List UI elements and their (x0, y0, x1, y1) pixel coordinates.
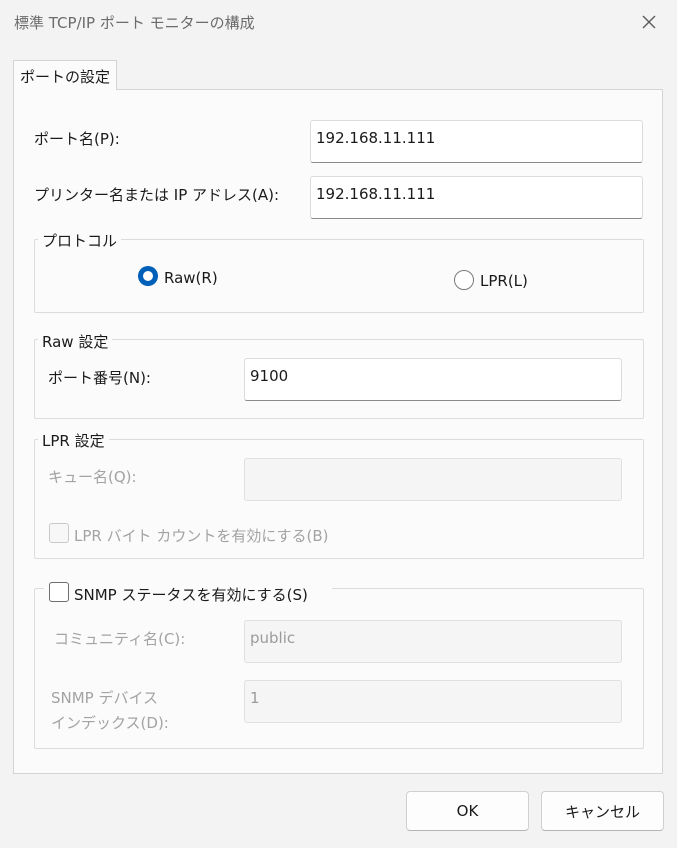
device-index-label-line1: SNMP デバイス (51, 689, 159, 707)
community-name-value: public (250, 628, 296, 647)
printer-address-label: プリンター名または IP アドレス(A): (34, 186, 280, 204)
queue-name-label: キュー名(Q): (48, 468, 137, 486)
protocol-legend: プロトコル (38, 230, 122, 251)
close-icon (642, 15, 656, 29)
lpr-settings-legend: LPR 設定 (38, 430, 109, 451)
raw-settings-legend: Raw 設定 (38, 331, 113, 352)
lpr-radio[interactable] (454, 270, 474, 290)
port-name-input[interactable]: 192.168.11.111 (310, 120, 643, 163)
lpr-radio-label[interactable]: LPR(L) (480, 272, 528, 290)
tab-port-settings[interactable]: ポートの設定 (13, 60, 117, 90)
printer-address-input[interactable]: 192.168.11.111 (310, 176, 643, 219)
community-name-input[interactable]: public (244, 620, 622, 663)
snmp-enable-label[interactable]: SNMP ステータスを有効にする(S) (74, 584, 308, 605)
tab-label: ポートの設定 (20, 68, 111, 86)
port-number-input[interactable]: 9100 (244, 358, 622, 401)
port-name-label: ポート名(P): (34, 130, 120, 148)
raw-radio[interactable] (138, 266, 158, 286)
port-number-label: ポート番号(N): (48, 369, 151, 387)
device-index-value: 1 (250, 688, 260, 707)
protocol-group (34, 239, 644, 313)
ok-button[interactable]: OK (406, 791, 529, 831)
cancel-button[interactable]: キャンセル (541, 791, 664, 831)
raw-radio-label[interactable]: Raw(R) (164, 269, 218, 287)
lpr-byte-count-label[interactable]: LPR バイト カウントを有効にする(B) (74, 525, 329, 546)
port-name-value: 192.168.11.111 (316, 128, 436, 147)
window-title: 標準 TCP/IP ポート モニターの構成 (14, 14, 255, 32)
device-index-input[interactable]: 1 (244, 680, 622, 723)
title-bar: 標準 TCP/IP ポート モニターの構成 (0, 0, 677, 44)
community-name-label: コミュニティ名(C): (54, 630, 186, 648)
queue-name-input[interactable] (244, 458, 622, 501)
lpr-byte-count-checkbox[interactable] (49, 523, 69, 543)
device-index-label-line2: インデックス(D): (51, 714, 169, 732)
snmp-enable-checkbox[interactable] (49, 582, 69, 602)
close-button[interactable] (624, 2, 674, 42)
printer-address-value: 192.168.11.111 (316, 184, 436, 203)
port-number-value: 9100 (250, 366, 289, 385)
